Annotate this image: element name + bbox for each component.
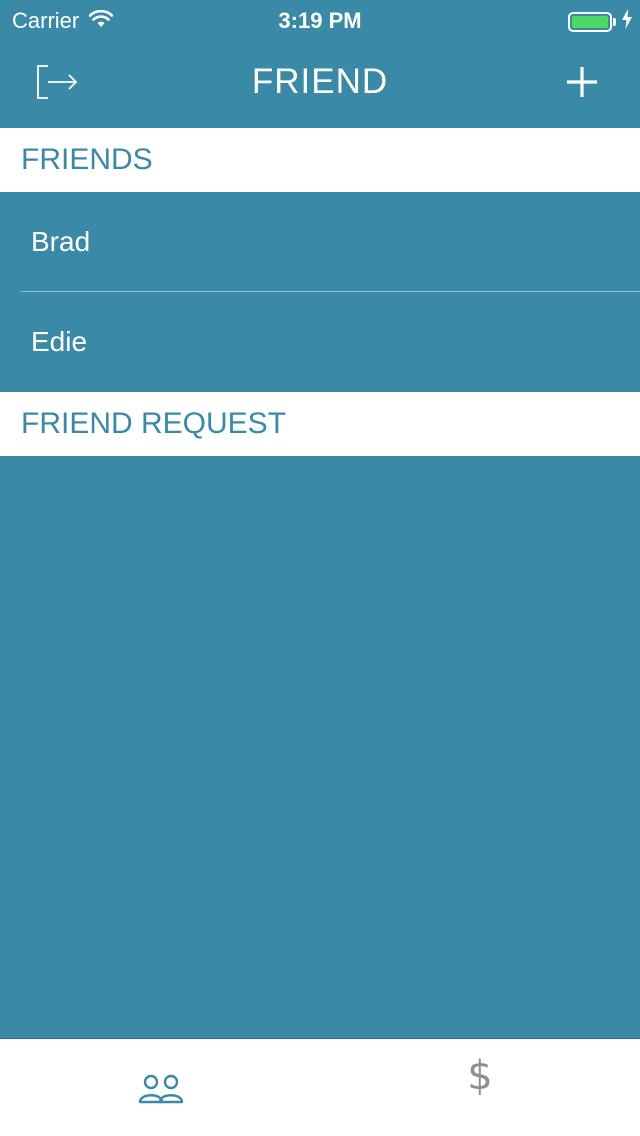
dollar-icon: $ <box>467 1053 493 1099</box>
navigation-bar: FRIEND <box>0 40 640 128</box>
status-bar: Carrier 3:19 PM <box>0 0 640 40</box>
battery-level <box>572 16 608 28</box>
add-friend-button[interactable] <box>562 62 602 102</box>
battery-icon <box>568 12 612 32</box>
friend-request-section-header: FRIEND REQUEST <box>0 392 640 456</box>
add-icon <box>562 67 602 106</box>
friend-row[interactable]: Edie <box>0 292 640 392</box>
friend-screen: Carrier 3:19 PM FRIEND FRIENDS Brad Edie… <box>0 0 640 1136</box>
charging-bolt-icon <box>622 9 632 35</box>
friend-row[interactable]: Brad <box>0 192 640 292</box>
battery-group <box>568 9 632 35</box>
friends-section-header: FRIENDS <box>0 128 640 192</box>
page-title: FRIEND <box>251 62 389 101</box>
tab-money[interactable]: $ <box>320 1039 640 1136</box>
tab-bar: $ <box>0 1038 640 1136</box>
status-time: 3:19 PM <box>278 8 362 33</box>
battery-nub <box>613 18 616 26</box>
tab-friends[interactable] <box>0 1039 320 1136</box>
